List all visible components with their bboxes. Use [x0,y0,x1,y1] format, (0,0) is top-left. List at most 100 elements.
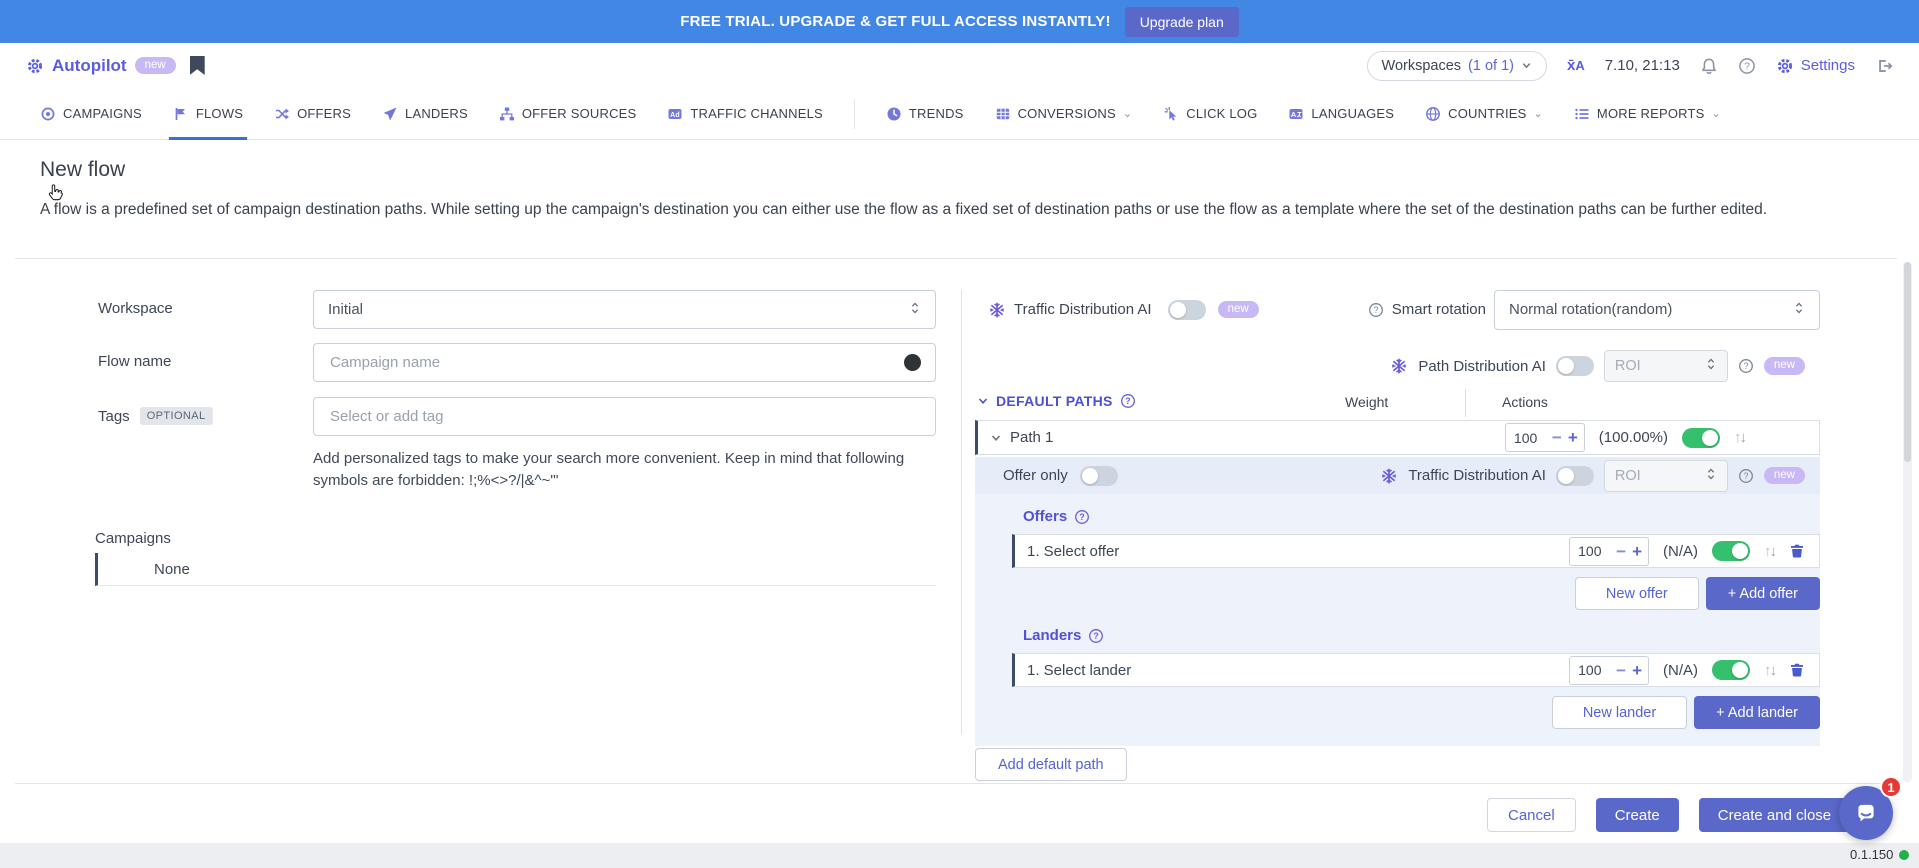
add-offer-button[interactable]: + Add offer [1706,577,1820,610]
traffic-ai-label: Traffic Distribution AI [1014,301,1152,318]
shuffle-icon [274,106,290,122]
path-weight-control: − + [1505,423,1585,452]
column-divider [1465,389,1466,417]
settings-link[interactable]: Settings [1776,57,1855,75]
weight-plus-button[interactable]: + [1632,543,1642,560]
weight-plus-button[interactable]: + [1632,662,1642,679]
nav-item-conversions[interactable]: CONVERSIONS⌄ [995,88,1133,140]
offer-only-row: Offer only Traffic Distribution AI ROI n… [975,457,1820,494]
nav-item-landers[interactable]: LANDERS [382,88,468,140]
grid-icon [995,106,1011,122]
trash-icon[interactable] [1789,662,1805,678]
nav-item-offer-sources[interactable]: OFFER SOURCES [499,88,637,140]
traffic-ai-toggle[interactable] [1168,300,1206,320]
path-ai-label: Path Distribution AI [1418,358,1546,375]
path-row[interactable]: Path 1 − + (100.00%) ↑↓ [975,420,1820,455]
lander-stat: (N/A) [1663,662,1698,679]
trash-icon[interactable] [1789,543,1805,559]
lander-enabled-toggle[interactable] [1712,660,1750,680]
new-lander-button[interactable]: New lander [1552,696,1687,729]
select-caret-icon [909,301,921,319]
help-icon[interactable] [1738,468,1754,484]
datetime-label: 7.10, 21:13 [1605,57,1680,74]
chevron-down-icon: ⌄ [1534,107,1543,120]
new-offer-button[interactable]: New offer [1575,577,1699,610]
smart-rotation-select[interactable]: Normal rotation(random) [1494,290,1820,330]
version-info: 0.1.150 [1850,847,1909,862]
weight-minus-button[interactable]: − [1616,662,1626,679]
default-paths-heading[interactable]: DEFAULT PATHS [977,393,1136,409]
path-ai-metric-select[interactable]: ROI [1604,350,1728,382]
brand[interactable]: Autopilot new [26,56,176,76]
path-enabled-toggle[interactable] [1682,428,1720,448]
upgrade-plan-button[interactable]: Upgrade plan [1125,7,1239,37]
language-icon [1288,106,1304,122]
translate-icon[interactable]: x̄A [1567,57,1585,74]
bell-icon[interactable] [1700,57,1718,75]
nav-label: OFFERS [297,106,351,121]
nav-item-traffic-channels[interactable]: TRAFFIC CHANNELS [667,88,823,140]
create-button[interactable]: Create [1596,798,1679,832]
lander-row[interactable]: 1. Select lander − + (N/A) ↑↓ [1012,653,1820,687]
sort-arrows[interactable]: ↑↓ [1764,543,1775,560]
scrollbar-thumb[interactable] [1904,262,1911,462]
lander-weight-control: − + [1569,656,1649,685]
create-and-close-button[interactable]: Create and close [1699,798,1850,832]
offer-enabled-toggle[interactable] [1712,541,1750,561]
nav-item-trends[interactable]: TRENDS [886,88,964,140]
help-icon[interactable] [1120,393,1136,409]
bookmark-icon[interactable] [190,56,205,75]
help-icon[interactable] [1074,509,1090,525]
lander-buttons: New lander + Add lander [975,696,1820,729]
nav-item-countries[interactable]: COUNTRIES⌄ [1425,88,1543,140]
nav-label: FLOWS [196,106,243,121]
sort-arrows[interactable]: ↑↓ [1764,662,1775,679]
help-icon[interactable] [1738,57,1756,75]
traffic-ai-row: Traffic Distribution AI new Smart rotati… [975,290,1820,329]
lander-weight-input[interactable] [1576,661,1610,679]
path-traffic-ai-metric-select[interactable]: ROI [1604,460,1728,492]
campaigns-value: None [154,561,190,578]
weight-plus-button[interactable]: + [1568,429,1578,446]
help-icon[interactable] [1738,358,1754,374]
new-badge: new [1218,301,1259,319]
logout-icon[interactable] [1875,57,1893,75]
workspaces-selector[interactable]: Workspaces (1 of 1) [1367,51,1547,81]
path-weight-input[interactable] [1512,429,1546,447]
workspace-select[interactable]: Initial [313,290,936,329]
add-default-path-button[interactable]: Add default path [975,748,1127,781]
page-description: A flow is a predefined set of campaign d… [40,198,1850,222]
offer-weight-input[interactable] [1576,542,1610,560]
offers-label: Offers [1023,508,1067,525]
cancel-button[interactable]: Cancel [1487,798,1576,832]
nav-item-more-reports[interactable]: MORE REPORTS⌄ [1574,88,1721,140]
weight-minus-button[interactable]: − [1616,543,1626,560]
tags-input[interactable] [328,407,921,426]
nav-item-languages[interactable]: LANGUAGES [1288,88,1394,140]
nav-item-offers[interactable]: OFFERS [274,88,351,140]
nav-item-click-log[interactable]: CLICK LOG [1163,88,1257,140]
sort-arrows[interactable]: ↑↓ [1734,429,1745,446]
nav-label: MORE REPORTS [1597,106,1705,121]
offer-row[interactable]: 1. Select offer − + (N/A) ↑↓ [1012,534,1820,568]
flow-name-input[interactable] [328,353,904,372]
divider [15,258,1897,259]
default-paths-label: DEFAULT PATHS [996,393,1113,409]
help-icon[interactable] [1088,628,1104,644]
nav-label: OFFER SOURCES [522,106,637,121]
path-content: Offer only Traffic Distribution AI ROI n… [975,457,1820,746]
weight-minus-button[interactable]: − [1552,429,1562,446]
main-nav: CAMPAIGNS FLOWS OFFERS LANDERS OFFER SOU… [0,88,1919,140]
footer-actions: Cancel Create Create and close [1487,798,1850,832]
color-picker-dot[interactable] [904,354,921,371]
nav-item-flows[interactable]: FLOWS [173,88,243,140]
tags-label: Tags [98,408,130,425]
offer-only-toggle[interactable] [1080,466,1118,486]
chevron-down-icon[interactable] [990,432,1002,444]
path-ai-toggle[interactable] [1556,356,1594,376]
help-icon[interactable] [1368,302,1384,318]
tags-hint: Add personalized tags to make your searc… [313,448,936,492]
add-lander-button[interactable]: + Add lander [1694,696,1820,729]
nav-item-campaigns[interactable]: CAMPAIGNS [40,88,142,140]
path-traffic-ai-toggle[interactable] [1556,466,1594,486]
